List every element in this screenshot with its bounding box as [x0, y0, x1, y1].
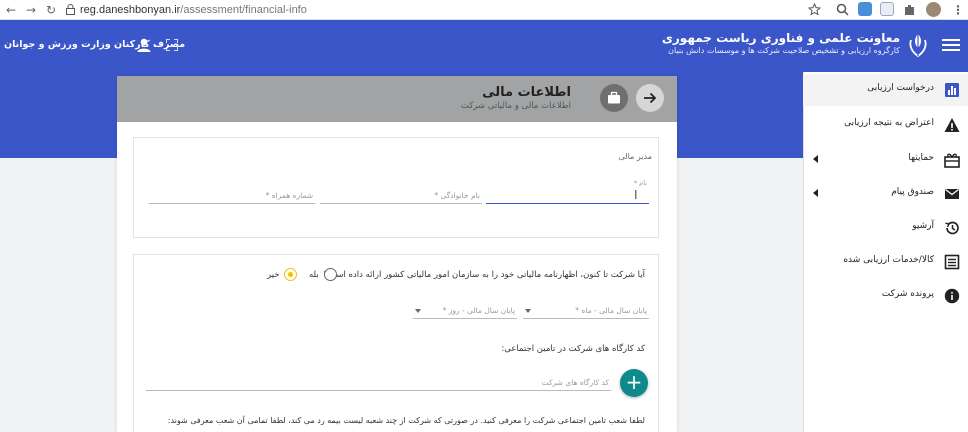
sidebar-item-archive[interactable]: آرشیو: [803, 212, 968, 244]
workshop-code-label: کد کارگاه های شرکت در تامین اجتماعی:: [501, 344, 645, 354]
reload-icon[interactable]: ↻: [46, 2, 56, 18]
section-label: مدیر مالی: [618, 152, 653, 161]
arrow-right-icon: [644, 92, 657, 104]
select-placeholder: پایان سال مالی - ماه *: [575, 306, 647, 315]
sidebar-item-label: آرشیو: [912, 221, 934, 231]
caret-left-icon: [813, 155, 818, 163]
tax-question: آیا شرکت تا کنون، اظهارنامه مالیاتی خود …: [323, 270, 645, 280]
field-label: نام *: [633, 179, 647, 187]
radio-no[interactable]: [284, 268, 297, 281]
sidebar-item-label: حمایتها: [908, 153, 934, 163]
dropdown-arrow-icon: [525, 309, 531, 313]
briefcase-icon: [608, 91, 620, 104]
lock-icon: [66, 4, 75, 15]
mobile-field[interactable]: شماره همراه *: [149, 190, 315, 204]
card-header: اطلاعات مالی اطلاعات مالی و مالیاتی شرکت: [117, 76, 677, 122]
menu-icon[interactable]: [942, 36, 960, 54]
back-button[interactable]: [636, 84, 664, 112]
extension-icon[interactable]: [858, 2, 872, 16]
fiscal-end-month-select[interactable]: پایان سال مالی - ماه *: [523, 305, 649, 319]
sidebar-item-supports[interactable]: حمایتها: [803, 144, 968, 176]
fiscal-end-day-select[interactable]: پایان سال مالی - روز *: [413, 305, 517, 319]
mail-icon: [945, 189, 959, 199]
emblem-icon: [909, 34, 927, 58]
financial-manager-section: مدیر مالی نام * I نام خانوادگی * شماره ه…: [133, 137, 659, 238]
header-subtitle: کارگروه ارزیابی و تشخیص صلاحیت شرکت ها و…: [668, 46, 900, 55]
sidebar-item-label: درخواست ارزیابی: [867, 83, 934, 93]
last-name-field[interactable]: نام خانوادگی *: [320, 190, 482, 204]
sidebar-item-label: اعتراض به نتیجه ارزیابی: [844, 118, 934, 128]
sidebar-item-objection[interactable]: اعتراض به نتیجه ارزیابی: [803, 109, 968, 141]
user-name: مصرف کارکنان وزارت ورزش و جوانان: [4, 39, 186, 50]
page-subtitle: اطلاعات مالی و مالیاتی شرکت: [460, 101, 571, 111]
gift-icon: [944, 153, 960, 168]
bar-chart-icon: [945, 83, 959, 97]
page-title: اطلاعات مالی: [482, 85, 571, 100]
radio-no-label: خیر: [267, 270, 280, 280]
sidebar: درخواست ارزیابی اعتراض به نتیجه ارزیابی …: [803, 72, 968, 432]
text-cursor: I: [634, 188, 638, 202]
profile-avatar[interactable]: [926, 2, 941, 17]
back-icon[interactable]: ←: [6, 2, 16, 18]
first-name-field[interactable]: نام * I: [486, 179, 649, 204]
sidebar-item-label: کالا/خدمات ارزیابی شده: [843, 255, 934, 265]
sidebar-item-evaluation-request[interactable]: درخواست ارزیابی: [803, 74, 968, 106]
field-placeholder: شماره همراه *: [265, 191, 313, 200]
kebab-menu-icon[interactable]: ⋮: [952, 2, 964, 18]
warning-icon: [944, 118, 960, 132]
workshop-code-input[interactable]: کد کارگاه های شرکت: [146, 377, 611, 391]
add-workshop-button[interactable]: +: [620, 369, 648, 397]
address-bar[interactable]: reg.daneshbonyan.ir/assessment/financial…: [80, 2, 307, 18]
radio-yes-label: بله: [309, 270, 319, 280]
sidebar-item-company-file[interactable]: پرونده شرکت: [803, 280, 968, 312]
browser-toolbar: ← → ↻ reg.daneshbonyan.ir/assessment/fin…: [0, 0, 968, 20]
forward-icon[interactable]: →: [26, 2, 36, 18]
sidebar-item-evaluated-products[interactable]: کالا/خدمات ارزیابی شده: [803, 246, 968, 278]
dropdown-arrow-icon: [415, 309, 421, 313]
list-icon: [944, 254, 960, 270]
tax-section: آیا شرکت تا کنون، اظهارنامه مالیاتی خود …: [133, 254, 659, 432]
url-domain: reg.daneshbonyan.ir: [80, 4, 181, 16]
branch-note: لطفا شعب تامین اجتماعی شرکت را معرفی کنی…: [167, 416, 645, 425]
history-icon: [945, 221, 959, 235]
field-placeholder: کد کارگاه های شرکت: [541, 378, 609, 387]
caret-left-icon: [813, 189, 818, 197]
url-path: /assessment/financial-info: [180, 4, 307, 16]
sidebar-item-inbox[interactable]: صندوق پیام: [803, 178, 968, 210]
app-header: معاونت علمی و فناوری ریاست جمهوری کارگرو…: [0, 20, 968, 72]
puzzle-icon[interactable]: [903, 3, 916, 16]
field-placeholder: نام خانوادگی *: [434, 191, 480, 200]
radio-yes[interactable]: [324, 268, 337, 281]
sidebar-item-label: صندوق پیام: [891, 187, 934, 197]
search-icon[interactable]: [836, 3, 849, 16]
select-placeholder: پایان سال مالی - روز *: [442, 306, 515, 315]
header-title: معاونت علمی و فناوری ریاست جمهوری: [661, 31, 900, 45]
star-icon[interactable]: [808, 3, 821, 16]
sidebar-item-label: پرونده شرکت: [881, 289, 934, 299]
info-icon: [944, 288, 960, 304]
extension-icon-2[interactable]: [880, 2, 894, 16]
briefcase-badge: [600, 84, 628, 112]
